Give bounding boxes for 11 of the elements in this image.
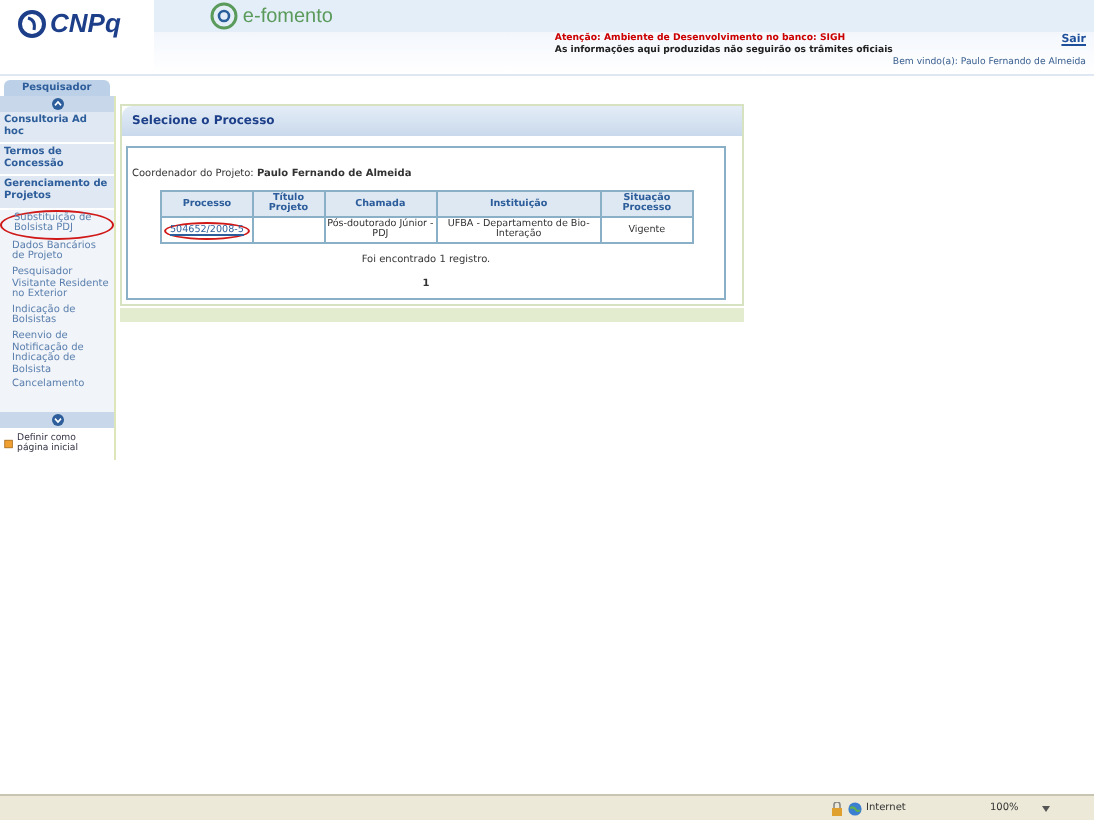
cnpq-logo: CNPq [50,10,121,38]
lock-icon [830,801,844,815]
home-page-icon [4,438,14,450]
app-logo: e-fomento [242,5,333,27]
zoom-dropdown-icon[interactable] [1042,805,1051,811]
scroll-up-button[interactable] [0,96,114,112]
scroll-down-button[interactable] [0,412,114,428]
chevron-up-icon [51,98,63,110]
at-sign-icon [210,2,239,30]
globe-icon [848,801,862,815]
logo-icon [18,10,46,38]
